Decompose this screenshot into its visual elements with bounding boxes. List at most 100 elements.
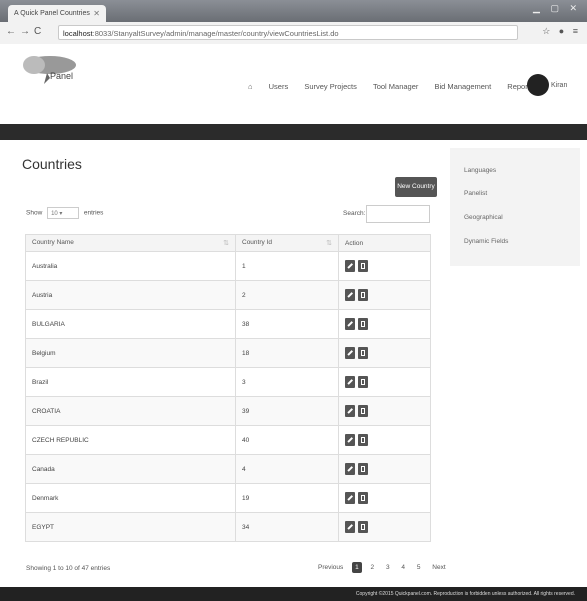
country-name: CZECH REPUBLIC — [25, 425, 236, 455]
nav-tool-manager[interactable]: Tool Manager — [373, 82, 418, 91]
table-row: EGYPT 34 — [25, 512, 431, 542]
column-label: Country Name — [32, 239, 74, 246]
column-header-country-name[interactable]: Country Name ⇅ — [25, 234, 236, 252]
close-tab-icon[interactable]: ✕ — [93, 5, 100, 22]
delete-icon[interactable] — [358, 318, 368, 330]
edit-icon[interactable] — [345, 463, 355, 475]
action-cell — [338, 251, 431, 281]
user-menu[interactable]: Kiran — [551, 82, 567, 89]
country-id: 40 — [235, 425, 339, 455]
table-row: BULGARIA 38 — [25, 309, 431, 339]
user-avatar[interactable] — [527, 74, 549, 96]
window-controls[interactable]: ▁ ▢ ✕ — [533, 3, 581, 14]
reload-icon[interactable]: C — [34, 26, 41, 37]
country-id: 39 — [235, 396, 339, 426]
logo-icon — [23, 56, 76, 84]
country-name: Canada — [25, 454, 236, 484]
pagination-page-1[interactable]: 1 — [352, 562, 362, 573]
nav-survey-projects[interactable]: Survey Projects — [304, 82, 357, 91]
back-icon[interactable]: ← — [6, 26, 16, 37]
show-label: Show — [26, 209, 43, 217]
edit-icon[interactable] — [345, 318, 355, 330]
page-title: Countries — [22, 156, 82, 172]
logo-text: Panel — [50, 71, 74, 81]
sidebar: Languages Panelist Geographical Dynamic … — [450, 148, 580, 266]
table-row: CROATIA 39 — [25, 396, 431, 426]
country-name: Brazil — [25, 367, 236, 397]
show-entries: Show 10 ▾ entries — [26, 207, 103, 219]
edit-icon[interactable] — [345, 347, 355, 359]
action-cell — [338, 454, 431, 484]
table-header-row: Country Name ⇅ Country Id ⇅ Action — [25, 234, 431, 252]
action-cell — [338, 425, 431, 455]
edit-icon[interactable] — [345, 376, 355, 388]
action-cell — [338, 483, 431, 513]
address-bar[interactable]: localhost:8033/StanyaltSurvey/admin/mana… — [58, 25, 518, 40]
delete-icon[interactable] — [358, 492, 368, 504]
sidebar-item-geographical[interactable]: Geographical — [464, 214, 503, 221]
sort-icon: ⇅ — [326, 240, 332, 247]
sidebar-item-languages[interactable]: Languages — [464, 167, 496, 174]
action-cell — [338, 512, 431, 542]
delete-icon[interactable] — [358, 434, 368, 446]
edit-icon[interactable] — [345, 521, 355, 533]
edit-icon[interactable] — [345, 289, 355, 301]
browser-tab[interactable]: A Quick Panel Countries ✕ — [8, 5, 106, 22]
search-input[interactable] — [366, 205, 430, 223]
url-path: :8033/StanyaltSurvey/admin/manage/master… — [92, 29, 339, 38]
column-header-action: Action — [338, 234, 431, 252]
forward-icon[interactable]: → — [20, 26, 30, 37]
search-label: Search: — [343, 210, 366, 217]
country-name: Denmark — [25, 483, 236, 513]
delete-icon[interactable] — [358, 405, 368, 417]
country-name: Australia — [25, 251, 236, 281]
table-info: Showing 1 to 10 of 47 entries — [26, 565, 111, 572]
country-name: Belgium — [25, 338, 236, 368]
action-cell — [338, 280, 431, 310]
delete-icon[interactable] — [358, 289, 368, 301]
table-row: Belgium 18 — [25, 338, 431, 368]
country-id: 4 — [235, 454, 339, 484]
country-id: 3 — [235, 367, 339, 397]
sort-icon: ⇅ — [223, 240, 229, 247]
nav-bid-management[interactable]: Bid Management — [434, 82, 491, 91]
delete-icon[interactable] — [358, 463, 368, 475]
edit-icon[interactable] — [345, 492, 355, 504]
edit-icon[interactable] — [345, 434, 355, 446]
delete-icon[interactable] — [358, 347, 368, 359]
edit-icon[interactable] — [345, 260, 355, 272]
country-name: EGYPT — [25, 512, 236, 542]
nav-users[interactable]: Users — [269, 82, 289, 91]
pagination: Previous 1 2 3 4 5 Next — [311, 562, 449, 573]
entries-select[interactable]: 10 ▾ — [47, 207, 80, 219]
edit-icon[interactable] — [345, 405, 355, 417]
header-divider-bar — [0, 124, 587, 140]
app-header: Panel ⌂ Users Survey Projects Tool Manag… — [0, 44, 587, 124]
sidebar-item-dynamic-fields[interactable]: Dynamic Fields — [464, 238, 508, 245]
pagination-page-2[interactable]: 2 — [368, 562, 378, 573]
delete-icon[interactable] — [358, 521, 368, 533]
action-cell — [338, 367, 431, 397]
pagination-page-3[interactable]: 3 — [383, 562, 393, 573]
country-name: Austria — [25, 280, 236, 310]
delete-icon[interactable] — [358, 376, 368, 388]
table-row: Australia 1 — [25, 251, 431, 281]
column-label: Country Id — [242, 239, 272, 246]
country-id: 19 — [235, 483, 339, 513]
browser-toolbar: ← → C localhost:8033/StanyaltSurvey/admi… — [0, 22, 587, 45]
sidebar-item-panelist[interactable]: Panelist — [464, 190, 487, 197]
pagination-previous[interactable]: Previous — [315, 562, 346, 573]
new-country-button[interactable]: New Country — [395, 177, 437, 197]
pagination-next[interactable]: Next — [429, 562, 448, 573]
country-name: CROATIA — [25, 396, 236, 426]
pagination-page-4[interactable]: 4 — [398, 562, 408, 573]
home-icon[interactable]: ⌂ — [248, 82, 253, 91]
tab-title: A Quick Panel Countries — [14, 10, 90, 17]
table-row: Brazil 3 — [25, 367, 431, 397]
column-header-country-id[interactable]: Country Id ⇅ — [235, 234, 339, 252]
footer: Copyright ©2015 Quickpanel.com. Reproduc… — [0, 587, 587, 601]
pagination-page-5[interactable]: 5 — [414, 562, 424, 573]
browser-toolbar-icons[interactable]: ☆ ● ≡ — [542, 26, 581, 37]
entries-select-value: 10 — [51, 211, 58, 217]
delete-icon[interactable] — [358, 260, 368, 272]
